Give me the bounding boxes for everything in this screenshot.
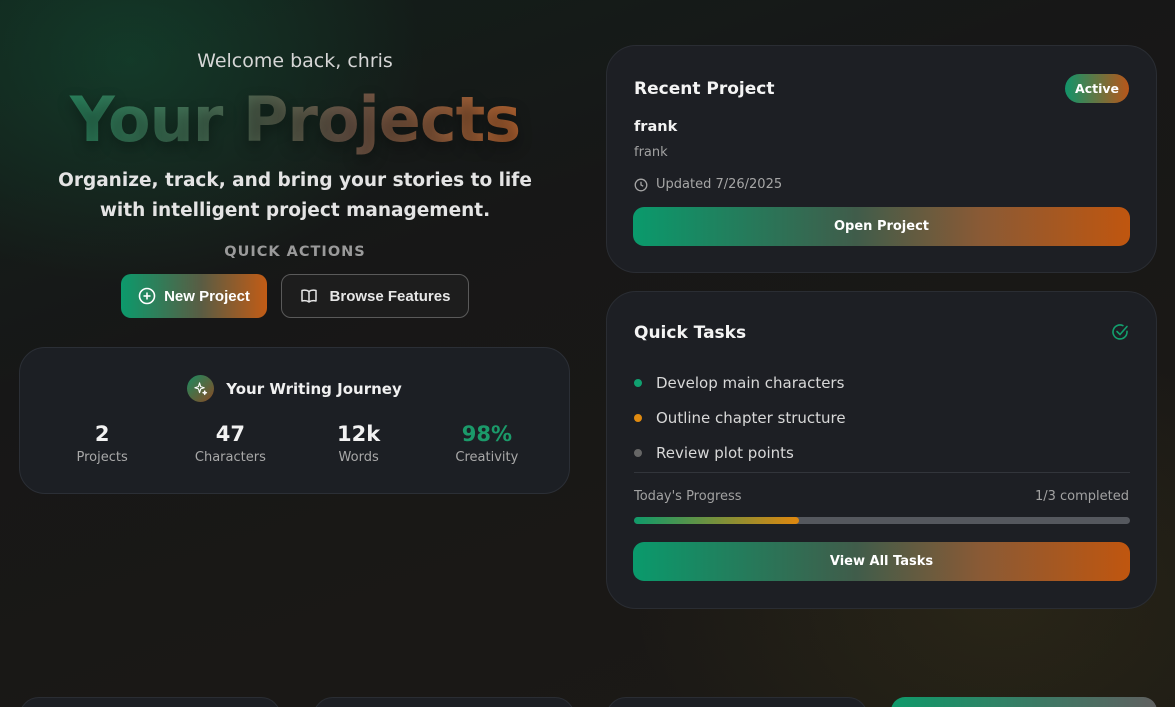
stat-label: Characters — [194, 450, 266, 465]
stat-value: 12k — [337, 422, 381, 446]
quick-actions-label: QUICK ACTIONS — [224, 244, 366, 260]
progress-bar — [634, 517, 1130, 524]
bottom-card — [606, 697, 868, 707]
book-open-icon — [300, 287, 318, 305]
sparkles-icon — [187, 375, 215, 402]
clock-icon — [634, 178, 648, 192]
stat-label: Projects — [76, 450, 128, 465]
updated-text: Updated 7/26/2025 — [656, 177, 783, 192]
task-status-dot — [634, 448, 642, 457]
stat-value: 47 — [215, 422, 245, 446]
stat-value: 2 — [94, 422, 110, 446]
status-badge: Active — [1065, 74, 1129, 103]
task-item[interactable]: Develop main characters — [634, 365, 1130, 400]
progress-bar-fill — [634, 517, 800, 524]
hero-section: Welcome back, chris Your Projects Organi… — [20, 40, 570, 318]
browse-features-button[interactable]: Browse Features — [281, 274, 469, 318]
journey-title: Your Writing Journey — [226, 379, 402, 398]
divider — [634, 472, 1130, 473]
stat-label: Words — [338, 450, 379, 465]
page-title: Your Projects — [20, 84, 570, 156]
task-status-dot — [634, 413, 642, 422]
progress-label: Today's Progress — [634, 489, 742, 504]
welcome-text: Welcome back, chris — [197, 50, 393, 72]
journey-header: Your Writing Journey — [20, 375, 569, 402]
stat-label: Creativity — [455, 450, 519, 465]
browse-features-label: Browse Features — [329, 287, 451, 305]
bottom-accent-card — [891, 697, 1157, 707]
writing-journey-card: Your Writing Journey 2 Projects 47 Chara… — [19, 347, 570, 494]
quick-actions-row: New Project Browse Features — [20, 274, 570, 318]
progress-count: 1/3 completed — [1034, 489, 1129, 504]
recent-project-card: Recent Project Active frank frank Update… — [606, 45, 1157, 273]
task-label: Develop main characters — [656, 373, 845, 392]
quick-tasks-card: Quick Tasks Develop main characters Outl… — [606, 291, 1157, 609]
recent-project-title: Recent Project — [634, 79, 775, 99]
open-project-button[interactable]: Open Project — [633, 207, 1130, 246]
project-updated: Updated 7/26/2025 — [634, 177, 782, 192]
stat-characters: 47 Characters — [175, 422, 285, 465]
task-status-dot — [634, 378, 642, 387]
task-item[interactable]: Review plot points — [634, 435, 1130, 470]
project-name[interactable]: frank — [634, 119, 677, 135]
quick-tasks-title: Quick Tasks — [634, 323, 747, 343]
stat-value: 98% — [461, 422, 512, 446]
task-label: Review plot points — [656, 443, 794, 462]
stat-projects: 2 Projects — [47, 422, 157, 465]
stat-words: 12k Words — [304, 422, 414, 465]
journey-stats: 2 Projects 47 Characters 12k Words 98% C… — [20, 422, 569, 465]
plus-circle-icon — [138, 287, 156, 305]
new-project-label: New Project — [164, 287, 250, 305]
task-item[interactable]: Outline chapter structure — [634, 400, 1130, 435]
project-description: frank — [634, 145, 668, 160]
bottom-card — [19, 697, 281, 707]
task-label: Outline chapter structure — [656, 408, 846, 427]
stat-creativity: 98% Creativity — [432, 422, 542, 465]
view-all-tasks-button[interactable]: View All Tasks — [633, 542, 1130, 581]
task-list: Develop main characters Outline chapter … — [634, 365, 1130, 470]
page-subtitle: Organize, track, and bring your stories … — [58, 170, 532, 221]
new-project-button[interactable]: New Project — [121, 274, 267, 318]
check-circle-icon — [1111, 323, 1129, 345]
bottom-card — [313, 697, 575, 707]
